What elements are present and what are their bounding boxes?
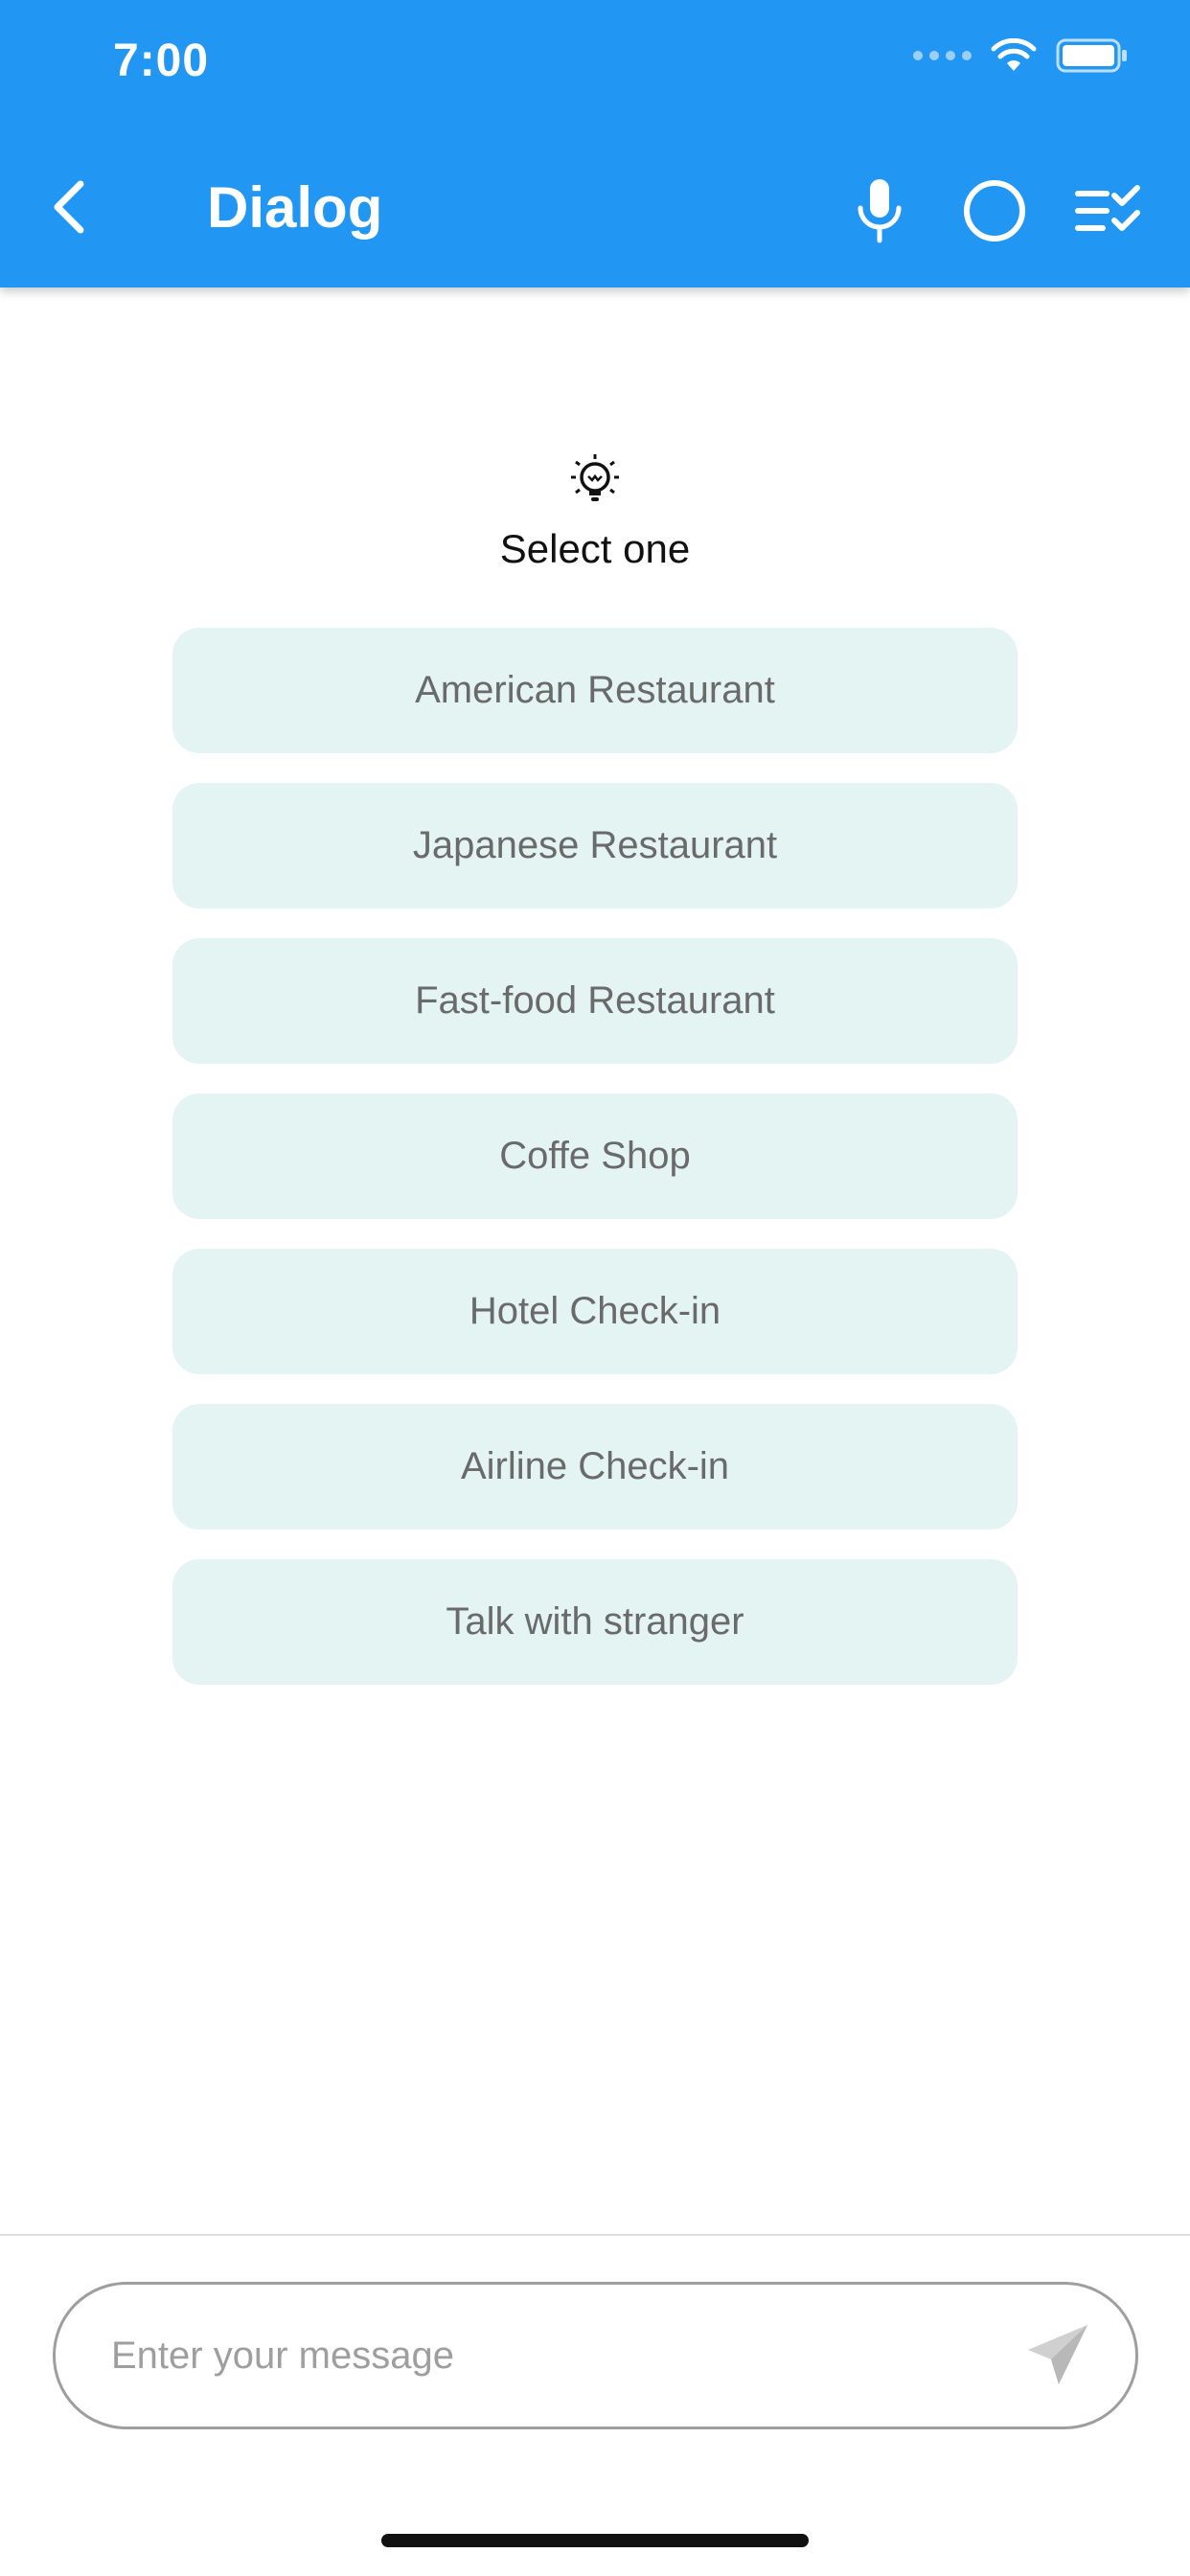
send-button[interactable]: [1020, 2317, 1097, 2394]
send-icon: [1028, 2325, 1087, 2384]
composer-divider: [0, 2234, 1190, 2236]
option-button[interactable]: Talk with stranger: [172, 1559, 1018, 1685]
message-input[interactable]: [111, 2285, 1012, 2426]
back-chevron-icon: [54, 180, 84, 234]
wifi-icon: [991, 38, 1037, 71]
option-button[interactable]: Hotel Check-in: [172, 1249, 1018, 1374]
app-bar: 7:00 Dialog: [0, 0, 1190, 288]
checklist-button[interactable]: [1069, 172, 1146, 249]
page-title: Dialog: [207, 175, 383, 240]
home-indicator: [381, 2534, 809, 2547]
microphone-button[interactable]: [841, 172, 918, 249]
back-button[interactable]: [34, 172, 103, 242]
message-composer: [53, 2282, 1138, 2429]
checklist-icon: [1075, 185, 1140, 231]
option-button[interactable]: Japanese Restaurant: [172, 783, 1018, 908]
circle-icon: [964, 180, 1025, 242]
option-button[interactable]: Airline Check-in: [172, 1404, 1018, 1530]
option-button[interactable]: Coffe Shop: [172, 1093, 1018, 1219]
option-button[interactable]: Fast-food Restaurant: [172, 938, 1018, 1064]
circle-button[interactable]: [956, 172, 1033, 249]
lightbulb-icon: [571, 454, 619, 501]
toolbar: Dialog: [0, 153, 1190, 259]
prompt-text: Select one: [499, 526, 691, 571]
dialog-screen: 7:00 Dialog Select one American Restaura…: [0, 0, 1190, 2576]
microphone-icon: [858, 179, 902, 243]
battery-icon: [1056, 38, 1127, 73]
selection-prompt: Select one: [0, 450, 1190, 572]
option-list: American Restaurant Japanese Restaurant …: [172, 628, 1018, 1714]
status-icons: [913, 38, 1129, 73]
option-button[interactable]: American Restaurant: [172, 628, 1018, 753]
status-time: 7:00: [113, 35, 210, 86]
cellular-signal-icon: [913, 51, 972, 60]
